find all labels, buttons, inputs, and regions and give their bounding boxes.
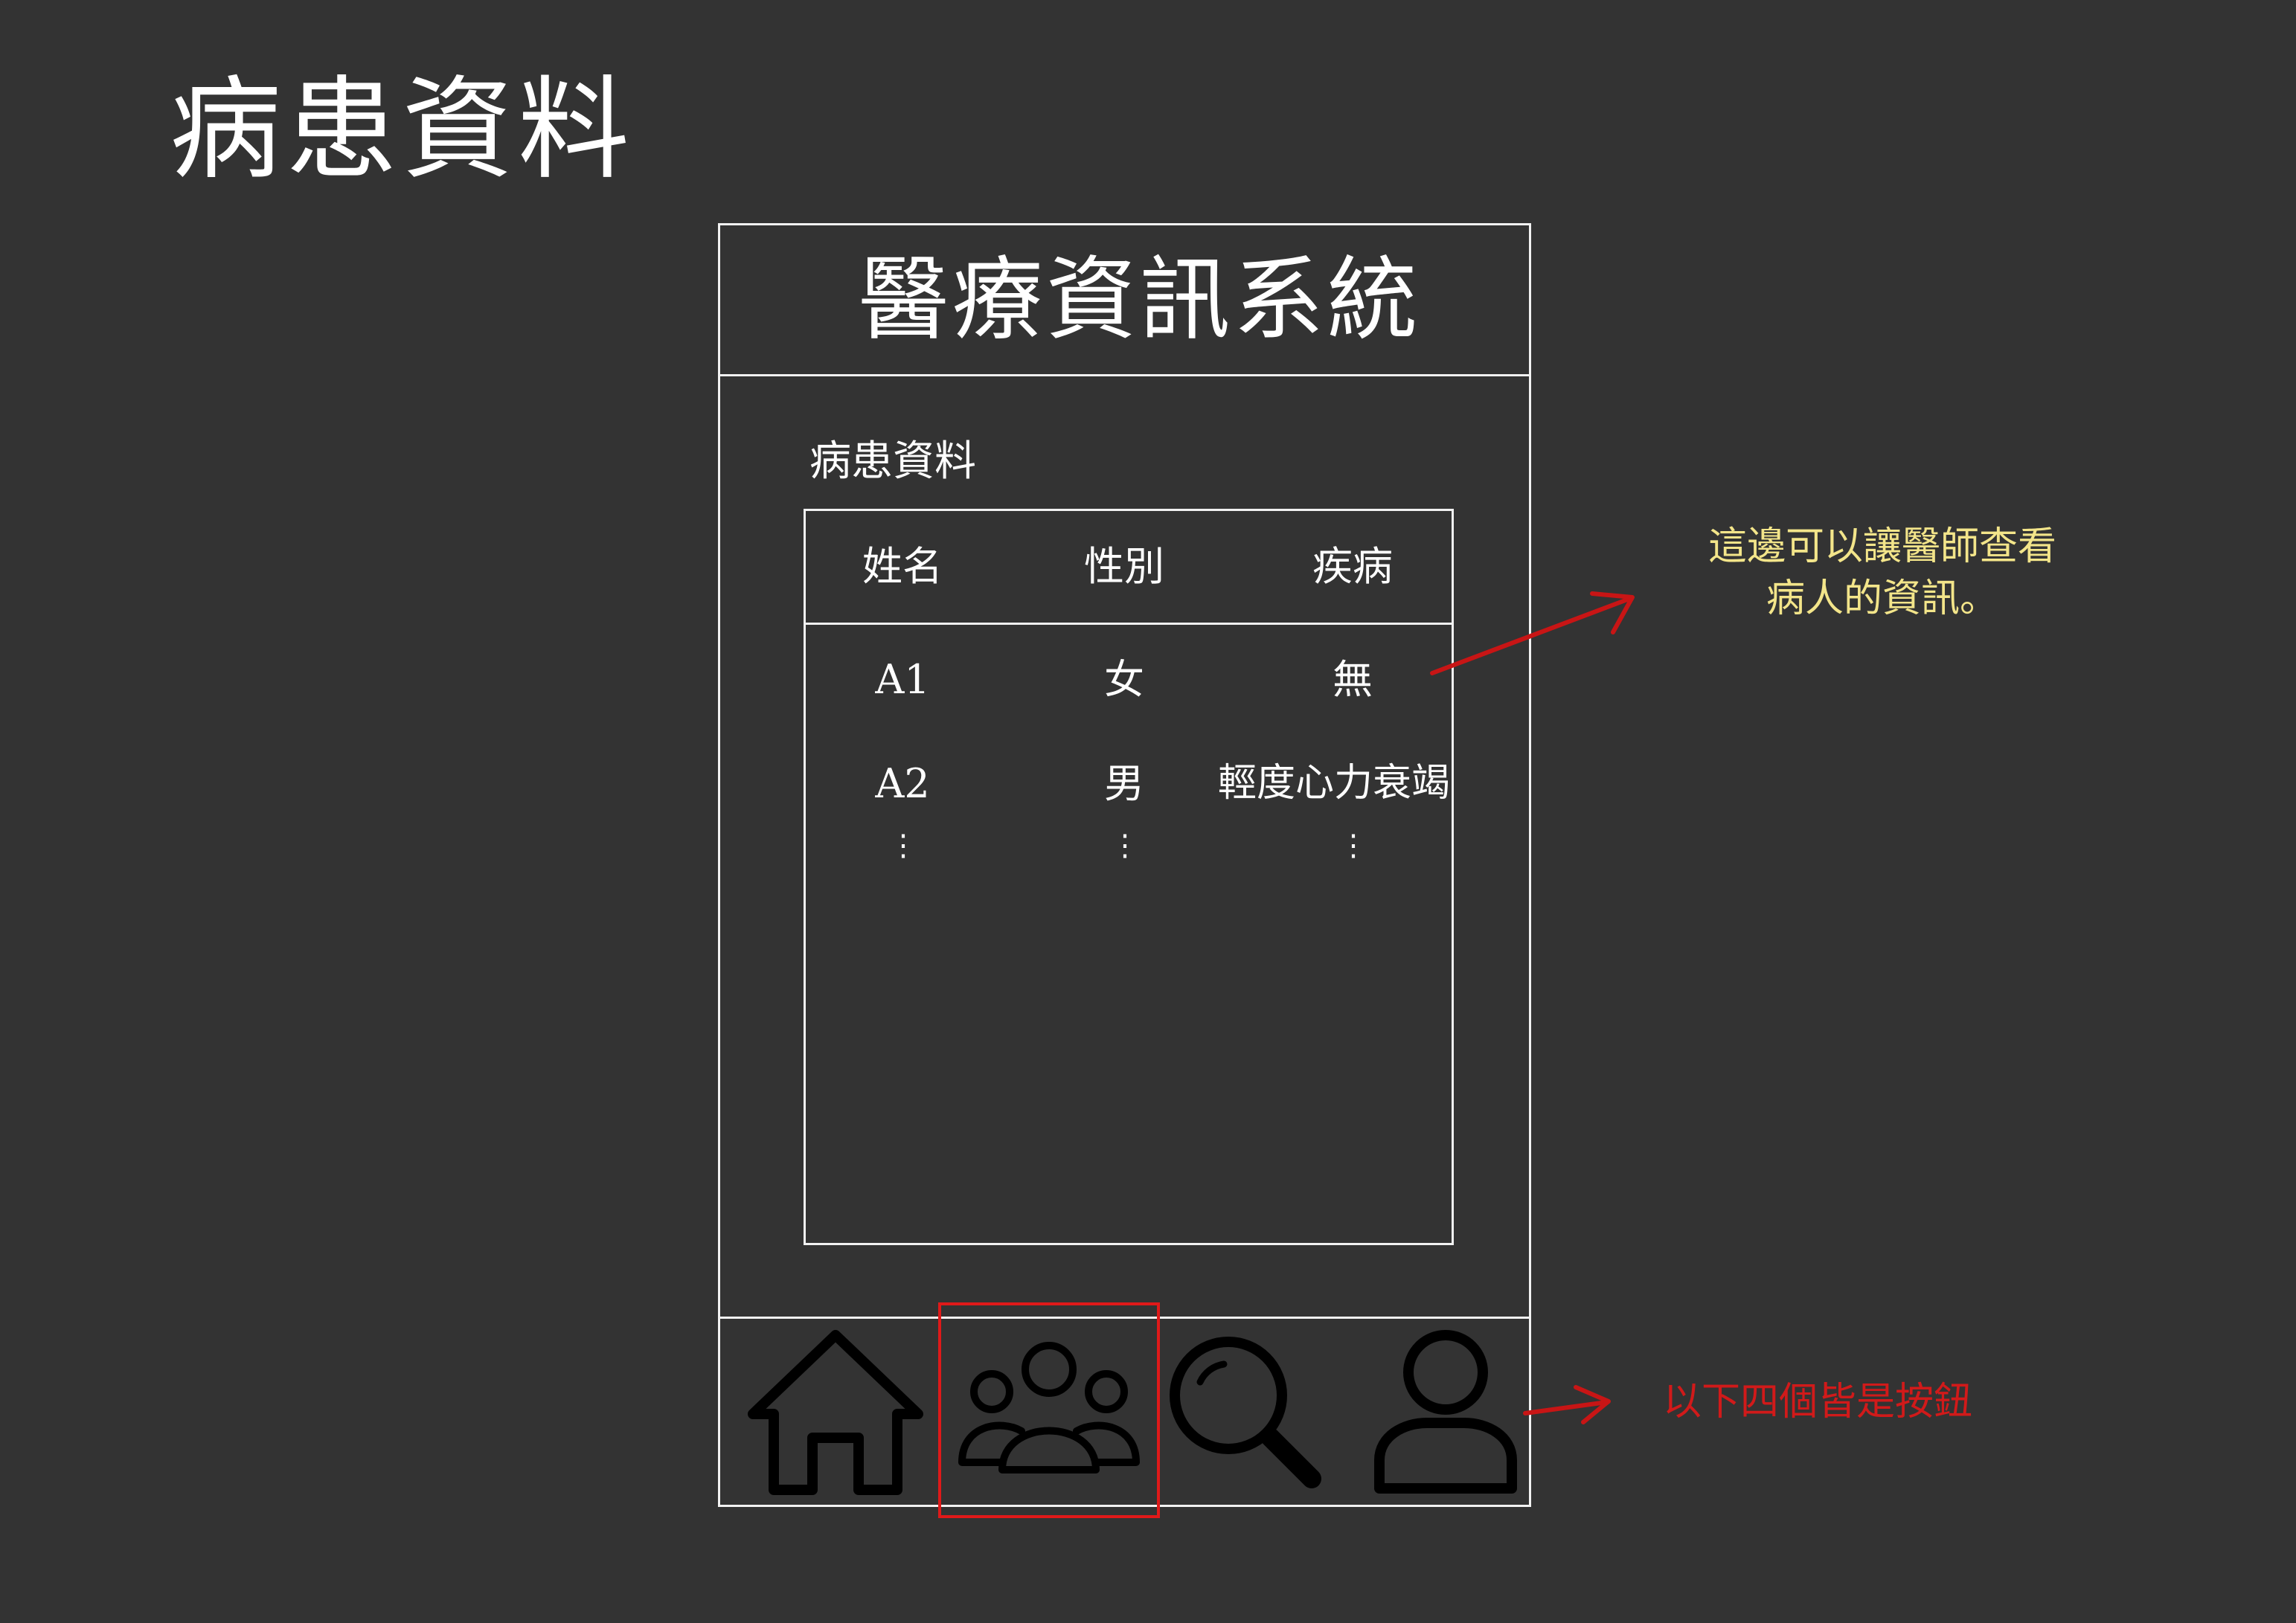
column-header-disease: 疾病 (1312, 543, 1393, 590)
table-row-2-name[interactable]: A2 (875, 764, 929, 804)
nav-annotation-note: 以下四個皆是按鈕 (1663, 1380, 1973, 1424)
app-header: 醫療資訊系統 (720, 225, 1529, 376)
table-row-1-disease[interactable]: 無 (1333, 660, 1373, 700)
table-row-1-gender[interactable]: 女 (1104, 660, 1144, 700)
nav-search-button[interactable] (1144, 1319, 1345, 1505)
column-header-name: 姓名 (862, 543, 943, 590)
patient-table: 姓名 性別 疾病 A1 女 無 A2 男 輕度心力衰竭 ⋮ ⋮ ⋮ (804, 509, 1454, 1245)
table-row-1-name[interactable]: A1 (875, 660, 929, 700)
table-annotation-note: 這邊可以讓醫師查看病人的資訊。 (1707, 524, 2056, 622)
table-row-2-gender[interactable]: 男 (1104, 764, 1144, 804)
column-header-gender: 性別 (1084, 543, 1164, 590)
table-header: 姓名 性別 疾病 (806, 511, 1452, 625)
home-icon (748, 1330, 923, 1495)
bottom-nav-bar (720, 1302, 1529, 1518)
search-icon (1170, 1337, 1321, 1488)
phone-mockup: 醫療資訊系統 病患資料 姓名 性別 疾病 A1 女 無 A2 男 輕度心力衰竭 … (718, 223, 1531, 1518)
app-title: 醫療資訊系統 (858, 247, 1421, 353)
more-rows-indicator: ⋮ (1110, 829, 1140, 863)
page-title: 病患資料 (170, 65, 635, 195)
nav-home-button[interactable] (735, 1319, 936, 1505)
nav-patients-button[interactable] (938, 1302, 1160, 1518)
group-icon (958, 1342, 1140, 1473)
more-rows-indicator: ⋮ (888, 829, 918, 863)
more-rows-indicator: ⋮ (1338, 829, 1368, 863)
table-row-2-disease[interactable]: 輕度心力衰竭 (1218, 764, 1450, 803)
nav-profile-button[interactable] (1345, 1319, 1546, 1505)
user-icon (1374, 1330, 1517, 1494)
section-label: 病患資料 (809, 437, 976, 486)
